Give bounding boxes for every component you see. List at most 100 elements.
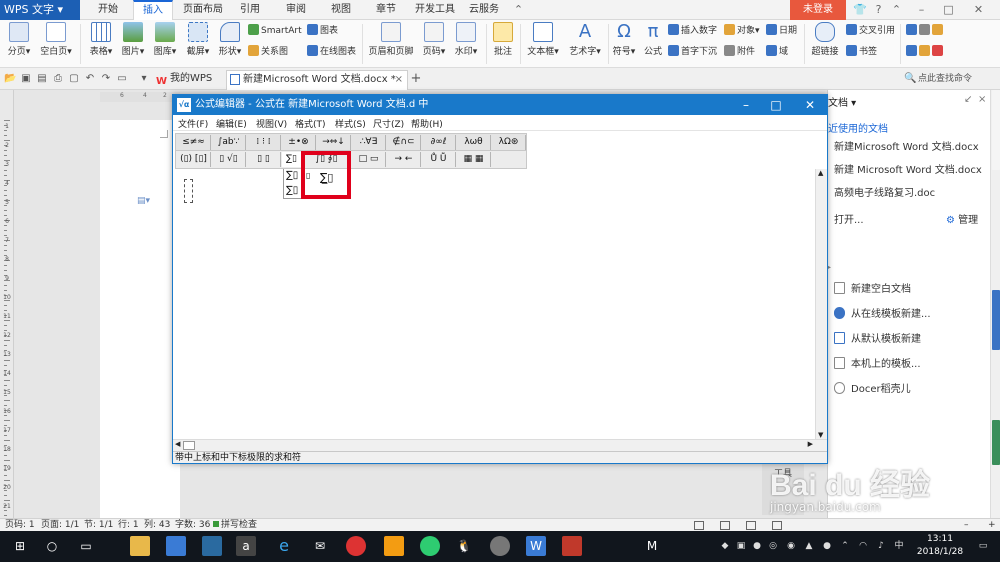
palette-products[interactable]: Ů Ṻ [422,152,456,167]
volume-icon[interactable]: ♪ [876,541,886,551]
attachment-button[interactable]: 附件 [724,45,755,59]
new-doc-icon[interactable]: ▭ [116,73,128,85]
app-icon-orange[interactable] [384,536,404,556]
file-explorer-icon[interactable] [130,536,150,556]
palette-relations[interactable]: ≤≠≈ [177,135,211,150]
preview-icon[interactable]: ▢ [68,73,80,85]
textbox-button[interactable]: 文本框▾ [524,22,562,57]
expand-icon[interactable]: ⌃ [512,3,525,16]
palette-matrices[interactable]: ▦ ▦ [457,152,491,167]
amazon-icon[interactable]: a [236,536,256,556]
web-view-icon[interactable] [772,521,782,530]
store-icon[interactable] [166,536,186,556]
recent-file-2[interactable]: 新建 Microsoft Word 文档.docx [834,162,982,180]
palette-operators[interactable]: ±•⊗ [282,135,316,150]
menu-style[interactable]: 样式(S) [335,117,366,130]
eq-close-button[interactable]: ✕ [797,95,823,115]
eq-maximize-button[interactable]: □ [763,95,789,115]
sidebar-tab-active[interactable] [992,290,1000,350]
skin-icon[interactable]: 👕 [853,3,867,16]
wordart-button[interactable]: A 艺术字▾ [566,22,604,58]
palette-underbars[interactable]: □ ▭ [352,152,386,167]
online-chart-button[interactable]: 在线图表 [307,45,356,59]
cortana-icon[interactable]: ○ [42,536,62,556]
app-icon-m[interactable]: M [642,536,662,556]
pdf-icon[interactable]: ▤ [36,73,48,85]
undo-icon[interactable]: ↶ [84,73,96,85]
menu-file[interactable]: 文件(F) [178,117,208,130]
tab-references[interactable]: 引用 [232,0,268,20]
pane-close-icon[interactable]: × [978,94,986,105]
tab-home[interactable]: 开始 [88,0,128,20]
tray-icon-4[interactable]: ◉ [786,541,796,551]
menu-help[interactable]: 帮助(H) [411,117,443,130]
screenshot-button[interactable]: 截屏▾ [183,22,213,57]
sidebar-tab-green[interactable] [992,420,1000,465]
sidebar-tab[interactable] [992,90,1000,170]
recent-file-3[interactable]: 高频电子线路复习.doc [834,185,935,203]
insert-number-button[interactable]: 插入数字 [668,24,717,38]
help-icon[interactable]: ? [872,3,885,16]
app-icon-gray[interactable] [490,536,510,556]
scroll-right-icon[interactable]: ▶ [808,440,813,448]
wps-taskbar-icon[interactable]: W [526,536,546,556]
comment-button[interactable]: 批注 [490,22,516,57]
picture-button[interactable]: 图片▾ [118,22,148,57]
smartart-button[interactable]: SmartArt [248,24,302,38]
tab-cloud[interactable]: 云服务 [464,0,504,20]
equation-placeholder-slot[interactable] [184,179,193,203]
wifi-icon[interactable]: ◠ [858,541,868,551]
palette-fractions-radicals[interactable]: ▯ √▯ [212,152,246,167]
tray-icon-3[interactable]: ◎ [768,541,778,551]
scroll-left-icon[interactable]: ◀ [175,440,180,448]
scroll-up-icon[interactable]: ▲ [818,169,823,177]
menu-size[interactable]: 尺寸(Z) [373,117,404,130]
object-button[interactable]: 对象▾ [724,24,760,38]
chart-button[interactable]: 图表 [307,24,338,38]
palette-spaces[interactable]: ∫ab∵ [212,135,246,150]
menu-format[interactable]: 格式(T) [295,117,326,130]
qq-icon[interactable]: 🐧 [454,536,474,556]
app-menu-button[interactable]: WPS 文字 ▾ [0,0,80,20]
table-button[interactable]: 表格▾ [86,22,116,57]
tab-view[interactable]: 视图 [323,0,359,20]
tray-icon-2[interactable]: ● [752,541,762,551]
qa-dropdown-icon[interactable]: ▾ [138,73,150,85]
date-button[interactable]: 日期 [766,24,797,38]
mail-icon[interactable]: ✉ [310,536,330,556]
palette-labeled-arrows[interactable]: → ← [387,152,421,167]
palette-scripts[interactable]: ▯ ▯ [247,152,281,167]
ie-icon[interactable]: e [274,536,294,556]
maximize-icon[interactable]: □ [942,3,955,16]
relation-button[interactable]: 关系图 [248,45,288,59]
equation-taskbar-icon[interactable] [562,536,582,556]
wechat-icon[interactable] [420,536,440,556]
blank-page-button[interactable]: 空白页▾ [38,22,74,57]
print-icon[interactable]: ⎙ [52,73,64,85]
windows-start-icon[interactable]: ⊞ [10,536,30,556]
fullscreen-icon[interactable] [694,521,704,530]
redo-icon[interactable]: ↷ [100,73,112,85]
ime-icon[interactable]: 中 [894,541,904,551]
scroll-down-icon[interactable]: ▼ [818,431,823,439]
tray-icon-5[interactable]: ▲ [804,541,814,551]
paragraph-anchor-icon[interactable]: ▤▾ [137,196,155,208]
page-view-icon[interactable] [720,521,730,530]
open-folder-icon[interactable]: 📂 [4,73,16,85]
vertical-scrollbar[interactable]: ▲ ▼ [815,169,827,439]
computer-icon[interactable] [202,536,222,556]
page-break-button[interactable]: 分页▾ [4,22,34,57]
tray-icon-6[interactable]: ● [822,541,832,551]
menu-edit[interactable]: 编辑(E) [216,117,247,130]
close-tab-icon[interactable]: × [395,71,403,89]
netease-music-icon[interactable] [346,536,366,556]
hyperlink-button[interactable]: 超链接 [808,22,842,57]
bookmark-button[interactable]: 书签 [846,45,877,59]
save-icon[interactable]: ▣ [20,73,32,85]
tray-icon-7[interactable]: ⌃ [840,541,850,551]
drop-cap-button[interactable]: 首字下沉 [668,45,717,59]
floating-toolbox[interactable]: 工具 [762,460,804,515]
tab-chapter[interactable]: 章节 [368,0,404,20]
layout-tools-2[interactable] [906,45,945,59]
palette-greek-upper[interactable]: λΩ⊛ [492,135,526,150]
